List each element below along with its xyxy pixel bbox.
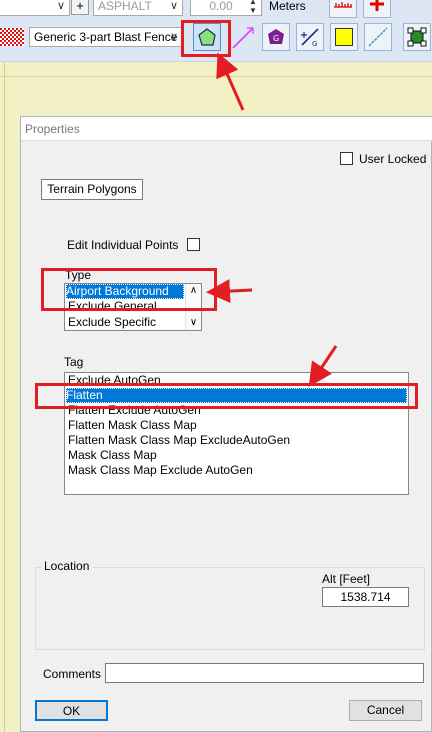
annotation-arrow-tag [308,345,338,387]
annotation-arrows [206,52,338,387]
annotation-arrow-polygon-tool [216,52,245,111]
annotation-arrow-type [206,279,253,304]
